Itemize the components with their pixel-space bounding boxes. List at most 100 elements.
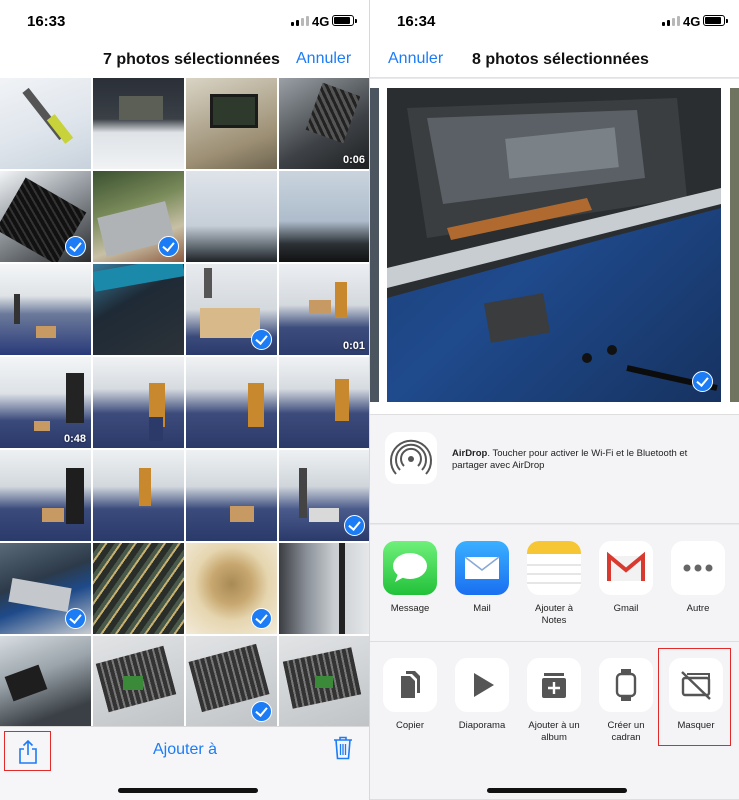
photo-thumbnail[interactable]: 0:06 [279, 78, 370, 169]
messages-icon [383, 541, 437, 595]
clock: 16:33 [27, 13, 66, 30]
share-sheet-screen: 16:34 4G Annuler 8 photos sélectionnées [370, 0, 739, 800]
add-to-button[interactable]: Ajouter à [0, 741, 370, 759]
action-create-watch-face[interactable]: Créer un cadran [595, 658, 657, 744]
photo-thumbnail[interactable] [186, 78, 277, 169]
airdrop-icon[interactable] [385, 432, 437, 484]
share-app-label: Message [390, 603, 430, 614]
cancel-button[interactable]: Annuler [388, 50, 443, 68]
battery-icon [332, 15, 357, 26]
photo-thumbnail[interactable] [93, 450, 184, 541]
photo-thumbnail[interactable] [186, 450, 277, 541]
photo-thumbnail[interactable] [279, 636, 370, 727]
nav-bar: Annuler 8 photos sélectionnées [370, 44, 739, 78]
copy-icon [383, 658, 437, 712]
photos-selection-screen: 16:33 4G 7 photos sélectionnées Annuler … [0, 0, 370, 800]
photo-thumbnail[interactable] [0, 543, 91, 634]
photo-thumbnail[interactable]: 0:01 [279, 264, 370, 355]
share-app-more[interactable]: Autre [667, 541, 729, 615]
photo-thumbnail[interactable]: 0:48 [0, 357, 91, 448]
photo-thumbnail[interactable] [93, 78, 184, 169]
more-icon [671, 541, 725, 595]
highlight-box [658, 648, 731, 746]
battery-icon [703, 15, 728, 26]
photo-preview[interactable] [387, 88, 721, 402]
selected-check-icon [65, 236, 86, 257]
video-duration: 0:06 [342, 154, 365, 166]
status-bar: 16:33 4G [0, 0, 370, 44]
bottom-toolbar: Ajouter à [0, 726, 370, 800]
photo-thumbnail[interactable] [0, 264, 91, 355]
video-duration: 0:01 [342, 340, 365, 352]
selected-check-icon [251, 329, 272, 350]
share-app-label: Autre [686, 603, 710, 614]
photo-thumbnail[interactable] [93, 264, 184, 355]
home-indicator[interactable] [487, 788, 627, 793]
photo-thumbnail[interactable] [93, 543, 184, 634]
photo-thumbnail[interactable] [0, 450, 91, 541]
watch-icon [599, 658, 653, 712]
photo-thumbnail[interactable] [0, 78, 91, 169]
gmail-icon [599, 541, 653, 595]
action-label: Copier [396, 720, 424, 731]
selected-check-icon [344, 515, 365, 536]
signal-icon [662, 16, 680, 26]
photo-thumbnail[interactable] [186, 543, 277, 634]
selected-check-icon [251, 701, 272, 722]
airdrop-section[interactable]: AirDrop. Toucher pour activer le Wi-Fi e… [370, 414, 739, 524]
cancel-button[interactable]: Annuler [296, 50, 351, 68]
photo-thumbnail[interactable] [93, 636, 184, 727]
status-bar: 16:34 4G [370, 0, 739, 44]
photo-thumbnail[interactable] [279, 450, 370, 541]
photo-thumbnail[interactable] [279, 543, 370, 634]
selected-check-icon [158, 236, 179, 257]
photo-thumbnail[interactable] [186, 264, 277, 355]
airdrop-hint: . Toucher pour activer le Wi-Fi et le Bl… [452, 448, 688, 471]
previous-photo-peek[interactable] [370, 88, 379, 402]
network-type: 4G [683, 14, 701, 29]
action-copy[interactable]: Copier [379, 658, 441, 732]
photo-preview-strip[interactable] [370, 79, 739, 414]
photo-thumbnail[interactable] [279, 171, 370, 262]
page-title: 7 photos sélectionnées [103, 51, 280, 68]
share-app-notes[interactable]: Ajouter à Notes [523, 541, 585, 627]
airdrop-description: AirDrop. Toucher pour activer le Wi-Fi e… [452, 448, 720, 472]
photo-thumbnail[interactable] [0, 636, 91, 727]
photo-thumbnail[interactable] [186, 636, 277, 727]
share-app-label: Mail [473, 603, 491, 614]
action-add-to-album[interactable]: Ajouter à un album [523, 658, 585, 744]
share-app-messages[interactable]: Message [379, 541, 441, 615]
photo-thumbnail[interactable] [0, 171, 91, 262]
selected-check-icon [692, 371, 713, 392]
selected-check-icon [251, 608, 272, 629]
share-app-label: Gmail [613, 603, 639, 614]
photo-thumbnail[interactable] [279, 357, 370, 448]
mail-icon [455, 541, 509, 595]
notes-icon [527, 541, 581, 595]
video-duration: 0:48 [63, 433, 86, 445]
share-app-gmail[interactable]: Gmail [595, 541, 657, 615]
home-indicator[interactable] [118, 788, 258, 793]
photo-grid: 0:06 0:01 0:48 [0, 78, 370, 727]
page-title: 8 photos sélectionnées [472, 51, 649, 68]
trash-icon[interactable] [333, 736, 353, 760]
action-label: Diaporama [458, 720, 506, 731]
share-app-mail[interactable]: Mail [451, 541, 513, 615]
signal-icon [291, 16, 309, 26]
action-label: Ajouter à un album [528, 720, 580, 743]
action-label: Créer un cadran [607, 720, 645, 743]
action-slideshow[interactable]: Diaporama [451, 658, 513, 732]
share-actions-row: Copier Diaporama Ajouter à un album Crée… [370, 642, 739, 800]
selected-check-icon [65, 608, 86, 629]
nav-bar: 7 photos sélectionnées Annuler [0, 44, 370, 78]
photo-thumbnail[interactable] [186, 357, 277, 448]
photo-thumbnail[interactable] [93, 357, 184, 448]
network-type: 4G [312, 14, 330, 29]
photo-thumbnail[interactable] [93, 171, 184, 262]
clock: 16:34 [397, 13, 436, 30]
photo-thumbnail[interactable] [186, 171, 277, 262]
next-photo-peek[interactable] [730, 88, 739, 402]
add-album-icon [527, 658, 581, 712]
play-icon [455, 658, 509, 712]
share-apps-row: Message Mail Ajouter à Notes Gmail Autre [370, 525, 739, 642]
